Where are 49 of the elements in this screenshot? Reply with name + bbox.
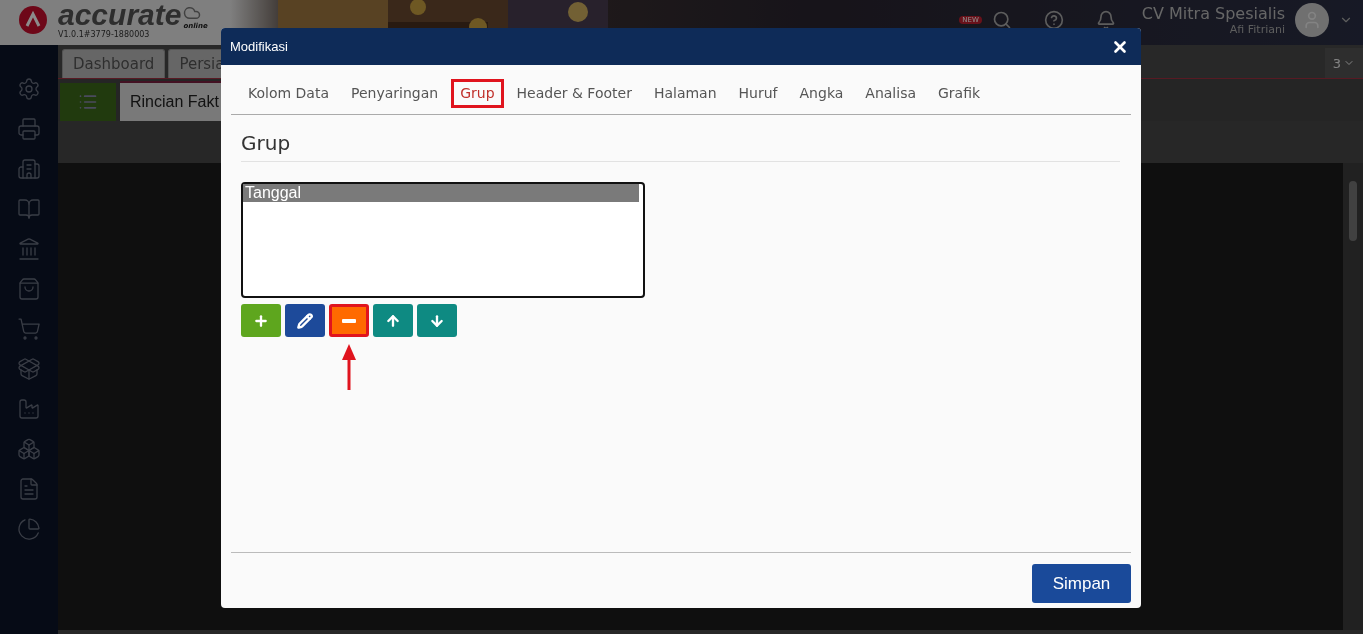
list-icon — [78, 92, 98, 112]
dialog-tab[interactable]: Grup — [451, 79, 504, 108]
dialog-tab[interactable]: Huruf — [729, 79, 787, 108]
pointer-arrow — [342, 344, 356, 390]
dialog-tab[interactable]: Grafik — [929, 79, 990, 108]
boxes-icon[interactable] — [17, 437, 41, 461]
document-icon[interactable] — [17, 477, 41, 501]
bank-icon[interactable] — [17, 237, 41, 261]
building-icon[interactable] — [17, 157, 41, 181]
plus-icon — [253, 312, 269, 329]
cart-icon[interactable] — [17, 317, 41, 341]
company-name: CV Mitra Spesialis — [1141, 3, 1285, 23]
scrollbar[interactable] — [1343, 163, 1363, 630]
package-icon[interactable] — [17, 357, 41, 381]
save-button[interactable]: Simpan — [1032, 564, 1131, 603]
dialog-tab[interactable]: Header & Footer — [507, 79, 641, 108]
dialog-tab[interactable]: Penyaringan — [342, 79, 448, 108]
list-button[interactable] — [60, 83, 116, 121]
minus-icon — [342, 318, 356, 323]
tab-count[interactable]: 3 — [1324, 48, 1363, 78]
version-text: V1.0.1#3779-1880003 — [58, 30, 151, 39]
dialog-tab[interactable]: Analisa — [856, 79, 925, 108]
bag-icon[interactable] — [17, 277, 41, 301]
arrow-down-icon — [429, 312, 445, 329]
printer-icon[interactable] — [17, 117, 41, 141]
help-icon[interactable] — [1043, 9, 1064, 30]
edit-button[interactable] — [285, 304, 325, 337]
factory-icon[interactable] — [17, 397, 41, 421]
pencil-icon — [297, 312, 313, 329]
search-icon[interactable] — [991, 9, 1012, 30]
move-up-button[interactable] — [373, 304, 413, 337]
cloud-icon — [183, 4, 202, 22]
logo-text: accurate — [58, 0, 182, 30]
user-name: Afi Fitriani — [1229, 22, 1285, 36]
avatar[interactable] — [1295, 2, 1329, 37]
user-icon — [1302, 9, 1322, 30]
list-item[interactable]: Tanggal — [243, 184, 639, 202]
group-list[interactable]: Tanggal — [241, 182, 645, 298]
logo-icon — [18, 4, 48, 35]
bell-icon[interactable] — [1095, 9, 1116, 30]
pie-chart-icon[interactable] — [17, 517, 41, 541]
remove-button[interactable] — [329, 304, 369, 337]
dialog-tab[interactable]: Kolom Data — [239, 79, 339, 108]
section-title: Grup — [241, 131, 1120, 162]
move-down-button[interactable] — [417, 304, 457, 337]
gear-icon[interactable] — [17, 77, 41, 101]
dialog-tab[interactable]: Angka — [790, 79, 853, 108]
book-icon[interactable] — [17, 197, 41, 221]
dialog-tab[interactable]: Halaman — [644, 79, 726, 108]
